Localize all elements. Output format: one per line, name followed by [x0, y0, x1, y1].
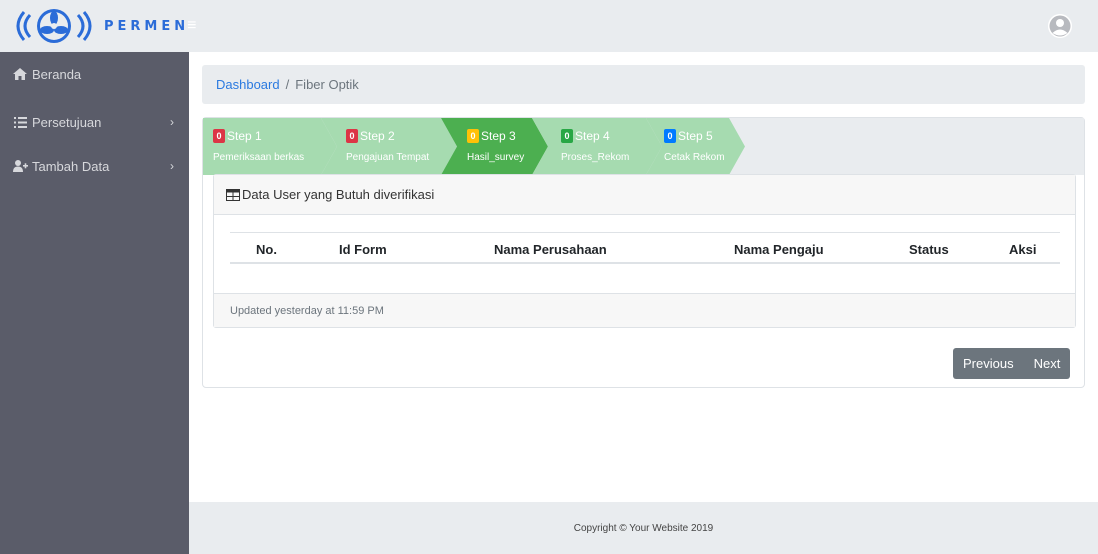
list-icon — [12, 116, 28, 128]
pagination: Previous Next — [953, 348, 1070, 379]
column-header-nama-pengaju[interactable]: Nama Pengaju — [734, 242, 824, 257]
table-card-title: Data User yang Butuh diverifikasi — [242, 187, 435, 202]
step-progress-bar: 0 Step 1 Pemeriksaan berkas 0 Step 2 Pen… — [203, 118, 1084, 175]
step-1-sublabel: Pemeriksaan berkas — [213, 152, 305, 163]
breadcrumb-separator: / — [285, 77, 290, 92]
step-1-arrow — [203, 118, 337, 175]
step-3[interactable]: 0 Step 3 — [467, 129, 516, 143]
step-3-label: Step 3 — [481, 129, 516, 143]
previous-button[interactable]: Previous — [963, 356, 1014, 371]
column-header-id-form[interactable]: Id Form — [339, 242, 387, 257]
sidebar-toggle-icon[interactable]: ≡ — [187, 17, 196, 35]
table-card-header: Data User yang Butuh diverifikasi — [214, 175, 1075, 215]
chevron-right-icon: › — [170, 159, 174, 173]
column-header-no[interactable]: No. — [256, 242, 277, 257]
sidebar-item-label: Persetujuan — [32, 114, 102, 130]
step-3-arrow — [441, 118, 548, 175]
user-plus-icon — [12, 160, 28, 172]
table-card-footer: Updated yesterday at 11:59 PM — [214, 293, 1075, 327]
step-arrows — [203, 118, 745, 175]
updated-timestamp: Updated yesterday at 11:59 PM — [230, 304, 384, 317]
sidebar-item-label: Tambah Data — [32, 158, 110, 174]
step-2-label: Step 2 — [360, 129, 395, 143]
column-header-status[interactable]: Status — [909, 242, 949, 257]
table-header-row: No. Id Form Nama Perusahaan Nama Pengaju… — [230, 232, 1060, 264]
breadcrumb-current: Fiber Optik — [295, 77, 359, 92]
next-button[interactable]: Next — [1034, 356, 1061, 371]
copyright-text: Copyright © Your Website 2019 — [573, 522, 714, 534]
step-2-arrow — [321, 118, 457, 175]
sidebar-item-label: Beranda — [32, 66, 82, 82]
chevron-right-icon: › — [170, 115, 174, 129]
step-5-badge: 0 — [664, 129, 676, 143]
top-navbar: PERMEN ≡ — [0, 0, 1098, 52]
step-4-arrow — [532, 118, 662, 175]
column-header-nama-perusahaan[interactable]: Nama Perusahaan — [494, 242, 607, 257]
step-1-badge: 0 — [213, 129, 225, 143]
breadcrumb-link-dashboard[interactable]: Dashboard — [216, 77, 280, 92]
step-4[interactable]: 0 Step 4 — [561, 129, 610, 143]
step-2-badge: 0 — [346, 129, 358, 143]
step-2-sublabel: Pengajuan Tempat — [346, 152, 430, 163]
step-4-sublabel: Proses_Rekom — [561, 152, 630, 163]
step-4-label: Step 4 — [575, 129, 610, 143]
page-footer: Copyright © Your Website 2019 — [189, 502, 1098, 554]
main-card: 0 Step 1 Pemeriksaan berkas 0 Step 2 Pen… — [202, 117, 1085, 388]
breadcrumb: Dashboard / Fiber Optik — [202, 65, 1085, 104]
step-5-sublabel: Cetak Rekom — [664, 152, 725, 163]
fan-signal-logo-icon — [16, 9, 92, 43]
step-1[interactable]: 0 Step 1 — [213, 129, 262, 143]
step-5[interactable]: 0 Step 5 — [664, 129, 713, 143]
table-icon — [226, 188, 240, 201]
column-header-aksi[interactable]: Aksi — [1009, 242, 1036, 257]
step-1-label: Step 1 — [227, 129, 262, 143]
sidebar-item-beranda[interactable]: Beranda — [12, 64, 180, 84]
step-5-label: Step 5 — [678, 129, 713, 143]
sidebar-item-tambah-data[interactable]: Tambah Data › — [12, 156, 180, 176]
user-avatar-icon[interactable] — [1048, 14, 1072, 38]
step-3-badge: 0 — [467, 129, 479, 143]
brand-name: PERMEN — [104, 18, 190, 34]
brand-logo[interactable]: PERMEN ≡ — [8, 4, 196, 48]
step-4-badge: 0 — [561, 129, 573, 143]
step-3-sublabel: Hasil_survey — [467, 152, 525, 163]
data-table-card: Data User yang Butuh diverifikasi No. Id… — [213, 174, 1076, 328]
step-2[interactable]: 0 Step 2 — [346, 129, 395, 143]
home-icon — [12, 68, 28, 80]
sidebar-item-persetujuan[interactable]: Persetujuan › — [12, 112, 180, 132]
sidebar: Beranda Persetujuan › Tambah Data › — [0, 52, 189, 554]
